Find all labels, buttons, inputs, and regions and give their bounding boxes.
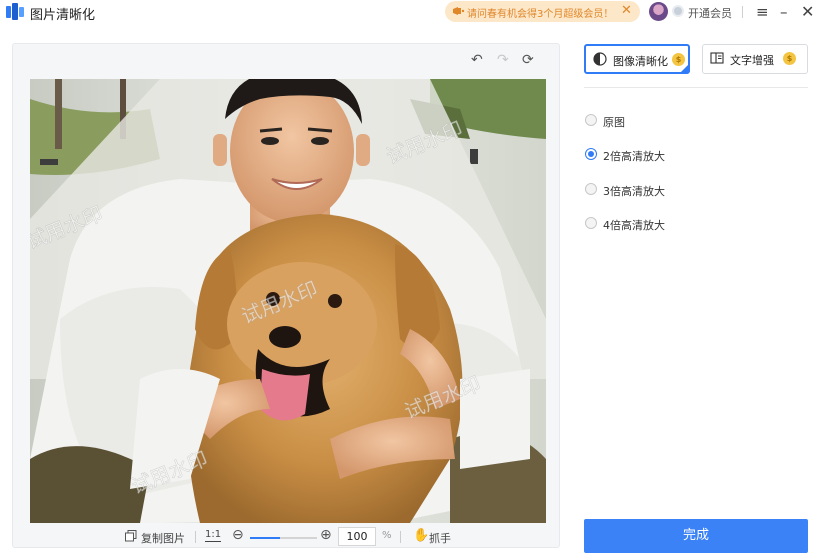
option-label: 原图	[603, 116, 625, 129]
promo-text[interactable]: 请问春有机会得3个月超级会员！	[467, 5, 613, 20]
actual-size-button[interactable]: 1:1	[205, 529, 222, 542]
bottom-toolbar: 复制图片 1:1 ⊖ ⊕ 100 % ✋ 抓手	[13, 526, 561, 548]
zoom-unit-label: %	[382, 530, 392, 541]
radio-button[interactable]	[585, 217, 597, 229]
megaphone-icon	[453, 7, 465, 15]
copy-icon[interactable]	[125, 530, 137, 542]
zoom-out-icon[interactable]: ⊖	[232, 527, 244, 543]
preview-image[interactable]: 试用水印 试用水印 试用水印 试用水印 试用水印	[30, 79, 546, 523]
done-button[interactable]: 完成	[584, 519, 808, 553]
vip-icon	[672, 5, 684, 17]
reset-icon[interactable]: ⟳	[522, 52, 534, 68]
redo-icon[interactable]: ↷	[497, 52, 509, 68]
title-bar: 图片清晰化 请问春有机会得3个月超级会员！ ✕ 开通会员 ≡ – ✕	[0, 0, 818, 26]
radio-button[interactable]	[585, 148, 597, 160]
option-label: 2倍高清放大	[603, 150, 665, 163]
promo-close-icon[interactable]: ✕	[621, 3, 632, 19]
toolbar-divider	[195, 531, 196, 543]
zoom-in-icon[interactable]: ⊕	[320, 527, 332, 543]
option-label: 4倍高清放大	[603, 219, 665, 232]
hand-icon[interactable]: ✋	[413, 528, 429, 543]
tab-text-enhance[interactable]: 文字增强 $	[702, 44, 808, 74]
app-title: 图片清晰化	[30, 8, 96, 23]
minimize-icon[interactable]: –	[780, 3, 788, 21]
tab-label: 图像清晰化	[613, 55, 668, 68]
close-icon[interactable]: ✕	[801, 2, 814, 21]
toolbar-divider	[400, 531, 401, 543]
tab-image-enhance[interactable]: 图像清晰化 $	[584, 44, 690, 74]
text-panel-icon	[710, 52, 724, 64]
copy-image-button[interactable]: 复制图片	[141, 530, 185, 546]
zoom-input[interactable]: 100	[338, 527, 376, 546]
tab-label: 文字增强	[730, 54, 774, 67]
panel-divider	[584, 87, 808, 88]
app-logo-icon	[6, 3, 24, 20]
user-avatar[interactable]	[649, 2, 668, 21]
selected-corner-mark	[680, 64, 689, 73]
promo-banner[interactable]: 请问春有机会得3个月超级会员！ ✕	[445, 1, 640, 22]
hand-tool-button[interactable]: 抓手	[429, 530, 451, 546]
titlebar-divider	[742, 6, 743, 18]
menu-icon[interactable]: ≡	[756, 3, 769, 21]
undo-icon[interactable]: ↶	[471, 52, 483, 68]
radio-button[interactable]	[585, 183, 597, 195]
radio-button[interactable]	[585, 114, 597, 126]
open-vip-link[interactable]: 开通会员	[688, 5, 732, 21]
half-circle-icon	[593, 52, 607, 66]
zoom-slider-fill	[250, 537, 281, 539]
coin-icon: $	[783, 52, 796, 65]
photo-illustration: 试用水印 试用水印 试用水印 试用水印 试用水印	[30, 79, 546, 523]
option-label: 3倍高清放大	[603, 185, 665, 198]
zoom-slider[interactable]	[250, 537, 317, 539]
image-canvas-panel: ↶ ↷ ⟳ 试用水印 试用水印 试用水印 试用水印 试用水印 复制图片 1:1 …	[12, 43, 560, 548]
